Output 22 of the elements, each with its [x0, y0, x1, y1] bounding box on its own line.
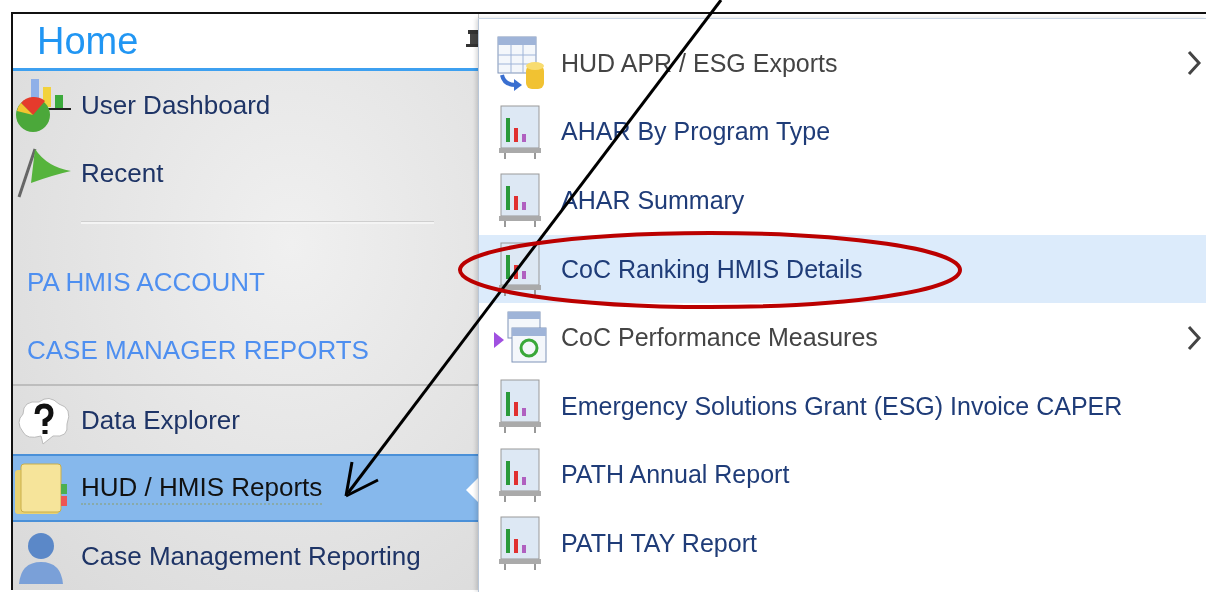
- chevron-right-icon: [1186, 49, 1202, 78]
- sidebar-title: Home: [37, 19, 139, 63]
- menu-item[interactable]: PATH TAY Report: [479, 509, 1206, 578]
- menu-item[interactable]: CoC Performance Measures: [479, 303, 1206, 372]
- menu-item[interactable]: PATH Annual Report: [479, 440, 1206, 510]
- menu-item[interactable]: HUD APR / ESG Exports: [479, 29, 1206, 98]
- sidebar-item[interactable]: HUD / HMIS Reports: [13, 454, 478, 522]
- menu-item[interactable]: Emergency Solutions Grant (ESG) Invoice CAPER: [479, 371, 1206, 441]
- chart-icon: [13, 77, 73, 133]
- report-icon: [497, 241, 543, 298]
- report-icon: [497, 378, 543, 435]
- table-refresh-icon: [492, 309, 548, 366]
- report-icon: [497, 446, 543, 503]
- chevron-right-icon: [1186, 323, 1202, 352]
- menu-item[interactable]: CoC Ranking HMIS Details: [479, 234, 1206, 304]
- report-icon: [497, 172, 543, 229]
- report-icon: [497, 103, 543, 160]
- sidebar-item[interactable]: User Dashboard: [13, 71, 478, 139]
- sidebar-item[interactable]: Case Management Reporting: [13, 522, 478, 590]
- report-icon: [497, 515, 543, 572]
- sidebar-item[interactable]: Recent: [13, 139, 478, 207]
- sidebar-item[interactable]: Data Explorer: [13, 386, 478, 454]
